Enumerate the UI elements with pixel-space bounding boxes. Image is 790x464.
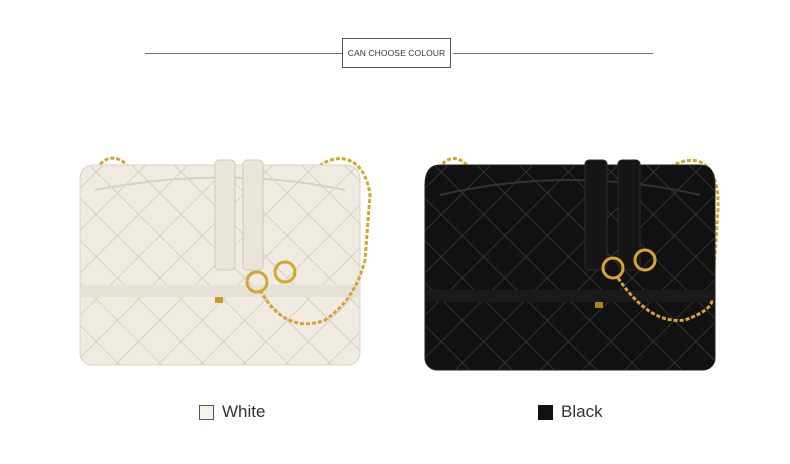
header-title: CAN CHOOSE COLOUR [342,38,451,68]
black-bag-image[interactable] [420,150,725,375]
option-black[interactable]: Black [538,402,603,422]
white-swatch-icon [199,404,214,420]
black-swatch-icon [538,404,553,420]
option-white[interactable]: White [199,402,265,422]
option-white-label: White [222,402,266,421]
white-bag-image[interactable] [75,150,375,375]
option-black-label: Black [561,402,603,421]
header-rule-right [453,53,653,54]
header-rule-left [145,53,342,54]
